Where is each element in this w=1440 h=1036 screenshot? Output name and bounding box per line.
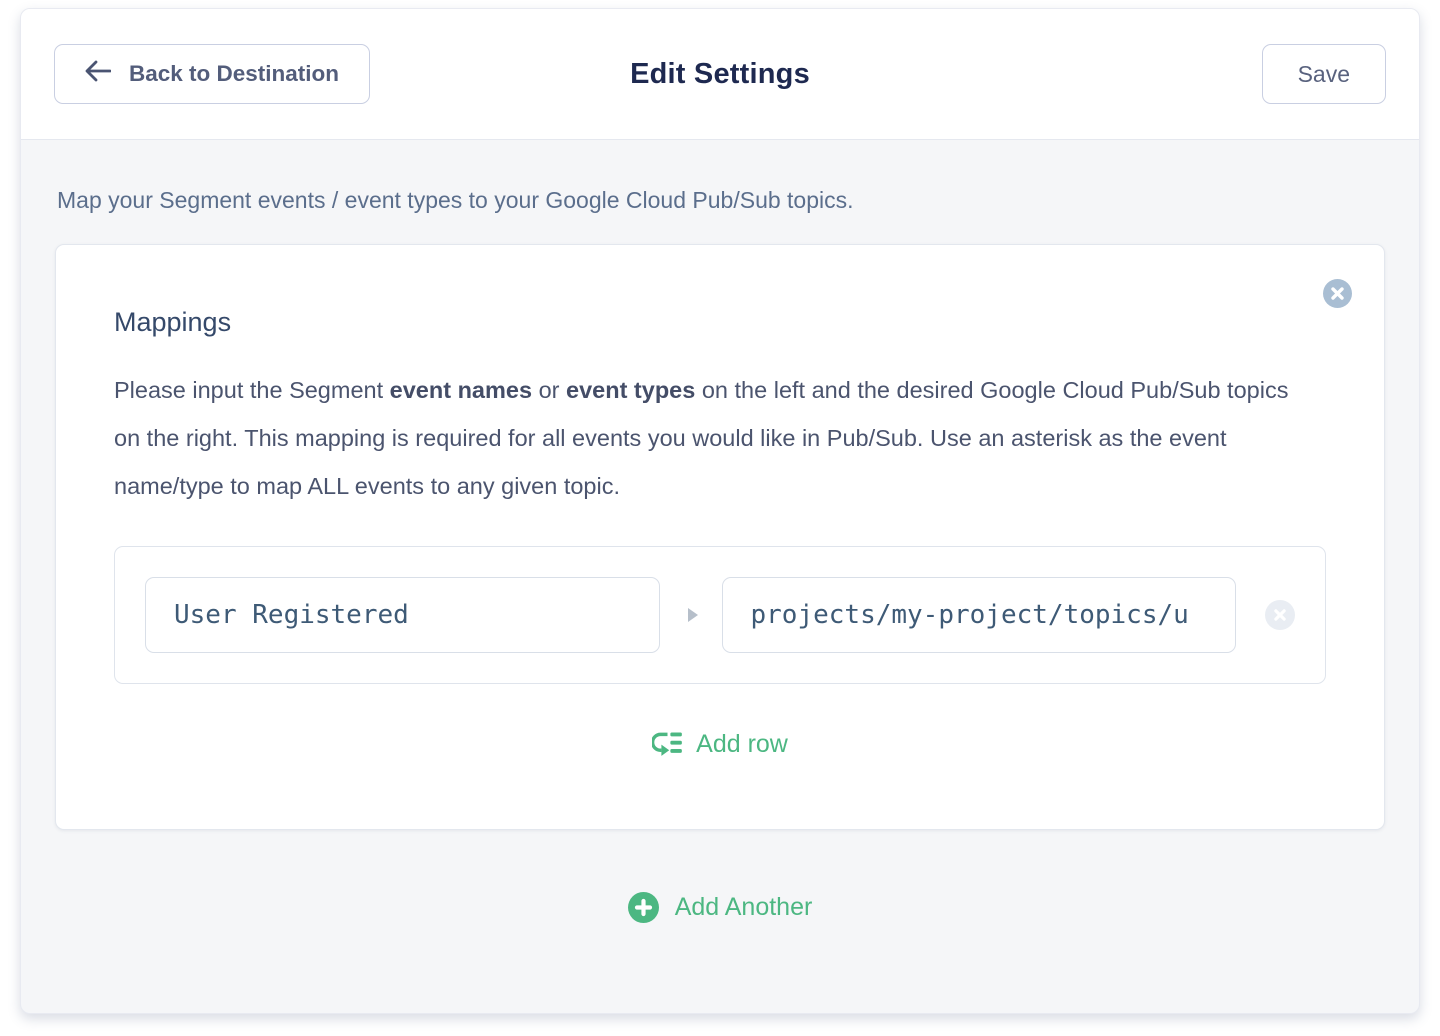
add-row-button[interactable]: Add row (652, 730, 788, 759)
mappings-card: Mappings Please input the Segment event … (55, 244, 1385, 830)
add-another-label: Add Another (675, 893, 813, 922)
event-name-input[interactable] (145, 577, 660, 653)
mappings-title: Mappings (114, 307, 1326, 338)
save-button[interactable]: Save (1262, 44, 1386, 104)
remove-mappings-card-button[interactable] (1323, 279, 1352, 308)
arrow-left-icon (85, 60, 111, 88)
settings-panel: Back to Destination Edit Settings Save M… (20, 8, 1420, 1014)
add-row-to-list-icon (652, 731, 683, 758)
intro-text: Map your Segment events / event types to… (57, 187, 1385, 214)
save-button-label: Save (1298, 61, 1350, 88)
remove-row-button[interactable] (1265, 600, 1295, 630)
mappings-description: Please input the Segment event names or … (114, 366, 1289, 510)
back-to-destination-button[interactable]: Back to Destination (54, 44, 370, 104)
back-button-label: Back to Destination (129, 61, 339, 87)
header-bar: Back to Destination Edit Settings Save (21, 9, 1419, 140)
add-another-button[interactable]: Add Another (628, 892, 813, 923)
plus-circle-icon (628, 892, 659, 923)
add-row-label: Add row (696, 730, 788, 759)
settings-body: Map your Segment events / event types to… (21, 140, 1419, 1013)
mapping-row (114, 546, 1326, 684)
x-circle-icon (1274, 609, 1286, 621)
x-circle-icon (1331, 287, 1344, 300)
pubsub-topic-input[interactable] (722, 577, 1237, 653)
triangle-right-icon (688, 608, 698, 622)
